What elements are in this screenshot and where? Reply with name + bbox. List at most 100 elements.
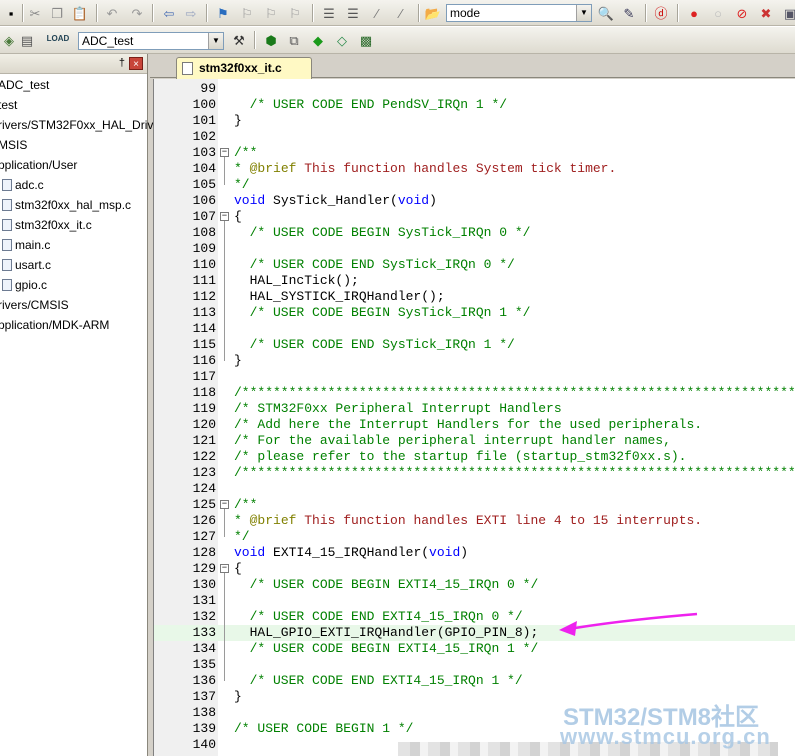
close-icon[interactable]: × <box>129 57 143 70</box>
tree-file-item[interactable]: main.c <box>2 236 50 254</box>
code-line[interactable]: 124 <box>154 481 795 497</box>
breakpoint-insert-icon[interactable]: ● <box>685 4 703 22</box>
tree-file-item[interactable]: adc.c <box>2 176 44 194</box>
indent-icon[interactable]: ☰ <box>320 4 338 22</box>
code-line[interactable]: 102 <box>154 129 795 145</box>
translate-icon[interactable]: ◈ <box>0 31 18 49</box>
code-line[interactable]: 117 <box>154 369 795 385</box>
code-line[interactable]: 128 void EXTI4_15_IRQHandler(void) <box>154 545 795 561</box>
tree-group-item[interactable]: MSIS <box>0 136 27 154</box>
tree-group-item[interactable]: pplication/MDK-ARM <box>0 316 109 334</box>
code-line[interactable]: 131 <box>154 593 795 609</box>
code-line[interactable]: 127 */ <box>154 529 795 545</box>
tree-group-item[interactable]: pplication/User <box>0 156 77 174</box>
code-line[interactable]: 125−/** <box>154 497 795 513</box>
code-line[interactable]: 135 <box>154 657 795 673</box>
unindent-icon[interactable]: ☰ <box>344 4 362 22</box>
tree-file-item[interactable]: stm32f0xx_it.c <box>2 216 92 234</box>
tree-group-item[interactable]: rivers/CMSIS <box>0 296 69 314</box>
code-line[interactable]: 110 /* USER CODE END SysTick_IRQn 0 */ <box>154 257 795 273</box>
breakpoint-kill-all-icon[interactable]: ✖ <box>757 4 775 22</box>
code-line[interactable]: 106 void SysTick_Handler(void) <box>154 193 795 209</box>
line-number: 129 <box>192 561 216 576</box>
code-line[interactable]: 136 /* USER CODE END EXTI4_15_IRQn 1 */ <box>154 673 795 689</box>
undo-icon[interactable]: ↶ <box>103 4 121 22</box>
line-number: 124 <box>192 481 216 496</box>
code-line[interactable]: 101} <box>154 113 795 129</box>
code-line[interactable]: 134 /* USER CODE BEGIN EXTI4_15_IRQn 1 *… <box>154 641 795 657</box>
code-line[interactable]: 129−{ <box>154 561 795 577</box>
code-text: * @brief This function handles System ti… <box>234 161 617 176</box>
code-line[interactable]: 99 <box>154 81 795 97</box>
tree-file-item[interactable]: gpio.c <box>2 276 47 294</box>
comment-icon[interactable]: ⁄ <box>368 4 386 22</box>
fold-toggle-icon[interactable]: − <box>220 500 229 509</box>
pack-installer-icon[interactable]: ◇ <box>333 31 351 49</box>
breakpoint-disable-icon[interactable]: ⊘ <box>733 4 751 22</box>
code-line[interactable]: 119 /* STM32F0xx Peripheral Interrupt Han… <box>154 401 795 417</box>
bookmark-next-icon[interactable]: ⚐ <box>262 4 280 22</box>
fold-guide <box>224 157 225 185</box>
code-line[interactable]: 112 HAL_SYSTICK_IRQHandler(); <box>154 289 795 305</box>
code-line[interactable]: 108 /* USER CODE BEGIN SysTick_IRQn 0 */ <box>154 225 795 241</box>
code-line[interactable]: 123 /************************************… <box>154 465 795 481</box>
code-line[interactable]: 120 /* Add here the Interrupt Handlers fo… <box>154 417 795 433</box>
code-line[interactable]: 116} <box>154 353 795 369</box>
uncomment-icon[interactable]: ⁄ <box>392 4 410 22</box>
code-line[interactable]: 104 * @brief This function handles System… <box>154 161 795 177</box>
code-line[interactable]: 103−/** <box>154 145 795 161</box>
fold-toggle-icon[interactable]: − <box>220 148 229 157</box>
code-line[interactable]: 113 /* USER CODE BEGIN SysTick_IRQn 1 */ <box>154 305 795 321</box>
copy-icon[interactable]: ❐ <box>48 4 66 22</box>
code-line[interactable]: 114 <box>154 321 795 337</box>
tree-group-item[interactable]: ADC_test <box>0 76 49 94</box>
redo-icon[interactable]: ↷ <box>128 4 146 22</box>
find-combo[interactable]: mode ▼ <box>446 4 592 22</box>
fold-toggle-icon[interactable]: − <box>220 564 229 573</box>
fold-toggle-icon[interactable]: − <box>220 212 229 221</box>
open-file-icon[interactable]: 📂 <box>424 4 442 22</box>
bookmark-clear-icon[interactable]: ⚐ <box>286 4 304 22</box>
tree-file-item[interactable]: stm32f0xx_hal_msp.c <box>2 196 131 214</box>
tree-group-item[interactable]: rivers/STM32F0xx_HAL_Driv <box>0 116 153 134</box>
code-line[interactable]: 109 <box>154 241 795 257</box>
bookmark-prev-icon[interactable]: ⚐ <box>238 4 256 22</box>
cut-icon[interactable]: ✂ <box>26 4 44 22</box>
tree-file-item[interactable]: usart.c <box>2 256 51 274</box>
batch-build-icon[interactable]: ▤ <box>18 31 36 49</box>
find-in-files-icon[interactable]: 🔍 <box>597 4 615 22</box>
software-packs-icon[interactable]: ▩ <box>357 31 375 49</box>
code-line[interactable]: 107−{ <box>154 209 795 225</box>
target-select[interactable]: ADC_test ▼ <box>78 32 224 50</box>
manage-project-icon[interactable]: ⬢ <box>262 31 280 49</box>
tree-group-item[interactable]: test <box>0 96 17 114</box>
manage-runtime-icon[interactable]: ◆ <box>309 31 327 49</box>
target-options-icon[interactable]: ⚒ <box>230 31 248 49</box>
load-download-icon[interactable]: LOAD <box>46 30 70 48</box>
select-packs-icon[interactable]: ⧉ <box>285 31 303 49</box>
code-line[interactable]: 115 /* USER CODE END SysTick_IRQn 1 */ <box>154 337 795 353</box>
tree-item-label: ADC_test <box>0 78 50 92</box>
code-line[interactable]: 100 /* USER CODE END PendSV_IRQn 1 */ <box>154 97 795 113</box>
code-line[interactable]: 121 /* For the available peripheral inter… <box>154 433 795 449</box>
code-text: { <box>234 561 242 576</box>
chevron-down-icon[interactable]: ▼ <box>208 33 223 49</box>
chevron-down-icon[interactable]: ▼ <box>576 5 591 21</box>
navigate-forward-icon[interactable]: ⇨ <box>182 4 200 22</box>
code-line[interactable]: 118 /************************************… <box>154 385 795 401</box>
code-line[interactable]: 111 HAL_IncTick(); <box>154 273 795 289</box>
paste-icon[interactable]: 📋 <box>71 4 89 22</box>
code-editor[interactable]: 99 100 /* USER CODE END PendSV_IRQn 1 */1… <box>153 79 795 756</box>
tab-stm32f0xx-it-c[interactable]: stm32f0xx_it.c <box>176 57 312 79</box>
code-line[interactable]: 130 /* USER CODE BEGIN EXTI4_15_IRQn 0 *… <box>154 577 795 593</box>
incremental-find-icon[interactable]: ✎ <box>620 4 638 22</box>
code-line[interactable]: 122 /* please refer to the startup file (… <box>154 449 795 465</box>
breakpoint-enable-icon[interactable]: ○ <box>709 4 727 22</box>
code-line[interactable]: 105 */ <box>154 177 795 193</box>
bookmark-set-icon[interactable]: ⚑ <box>214 4 232 22</box>
window-icon[interactable]: ▣ <box>781 4 795 22</box>
navigate-back-icon[interactable]: ⇦ <box>160 4 178 22</box>
code-line[interactable]: 126 * @brief This function handles EXTI l… <box>154 513 795 529</box>
pin-icon[interactable]: † <box>119 57 125 69</box>
debug-start-icon[interactable]: ⓓ <box>652 4 670 22</box>
